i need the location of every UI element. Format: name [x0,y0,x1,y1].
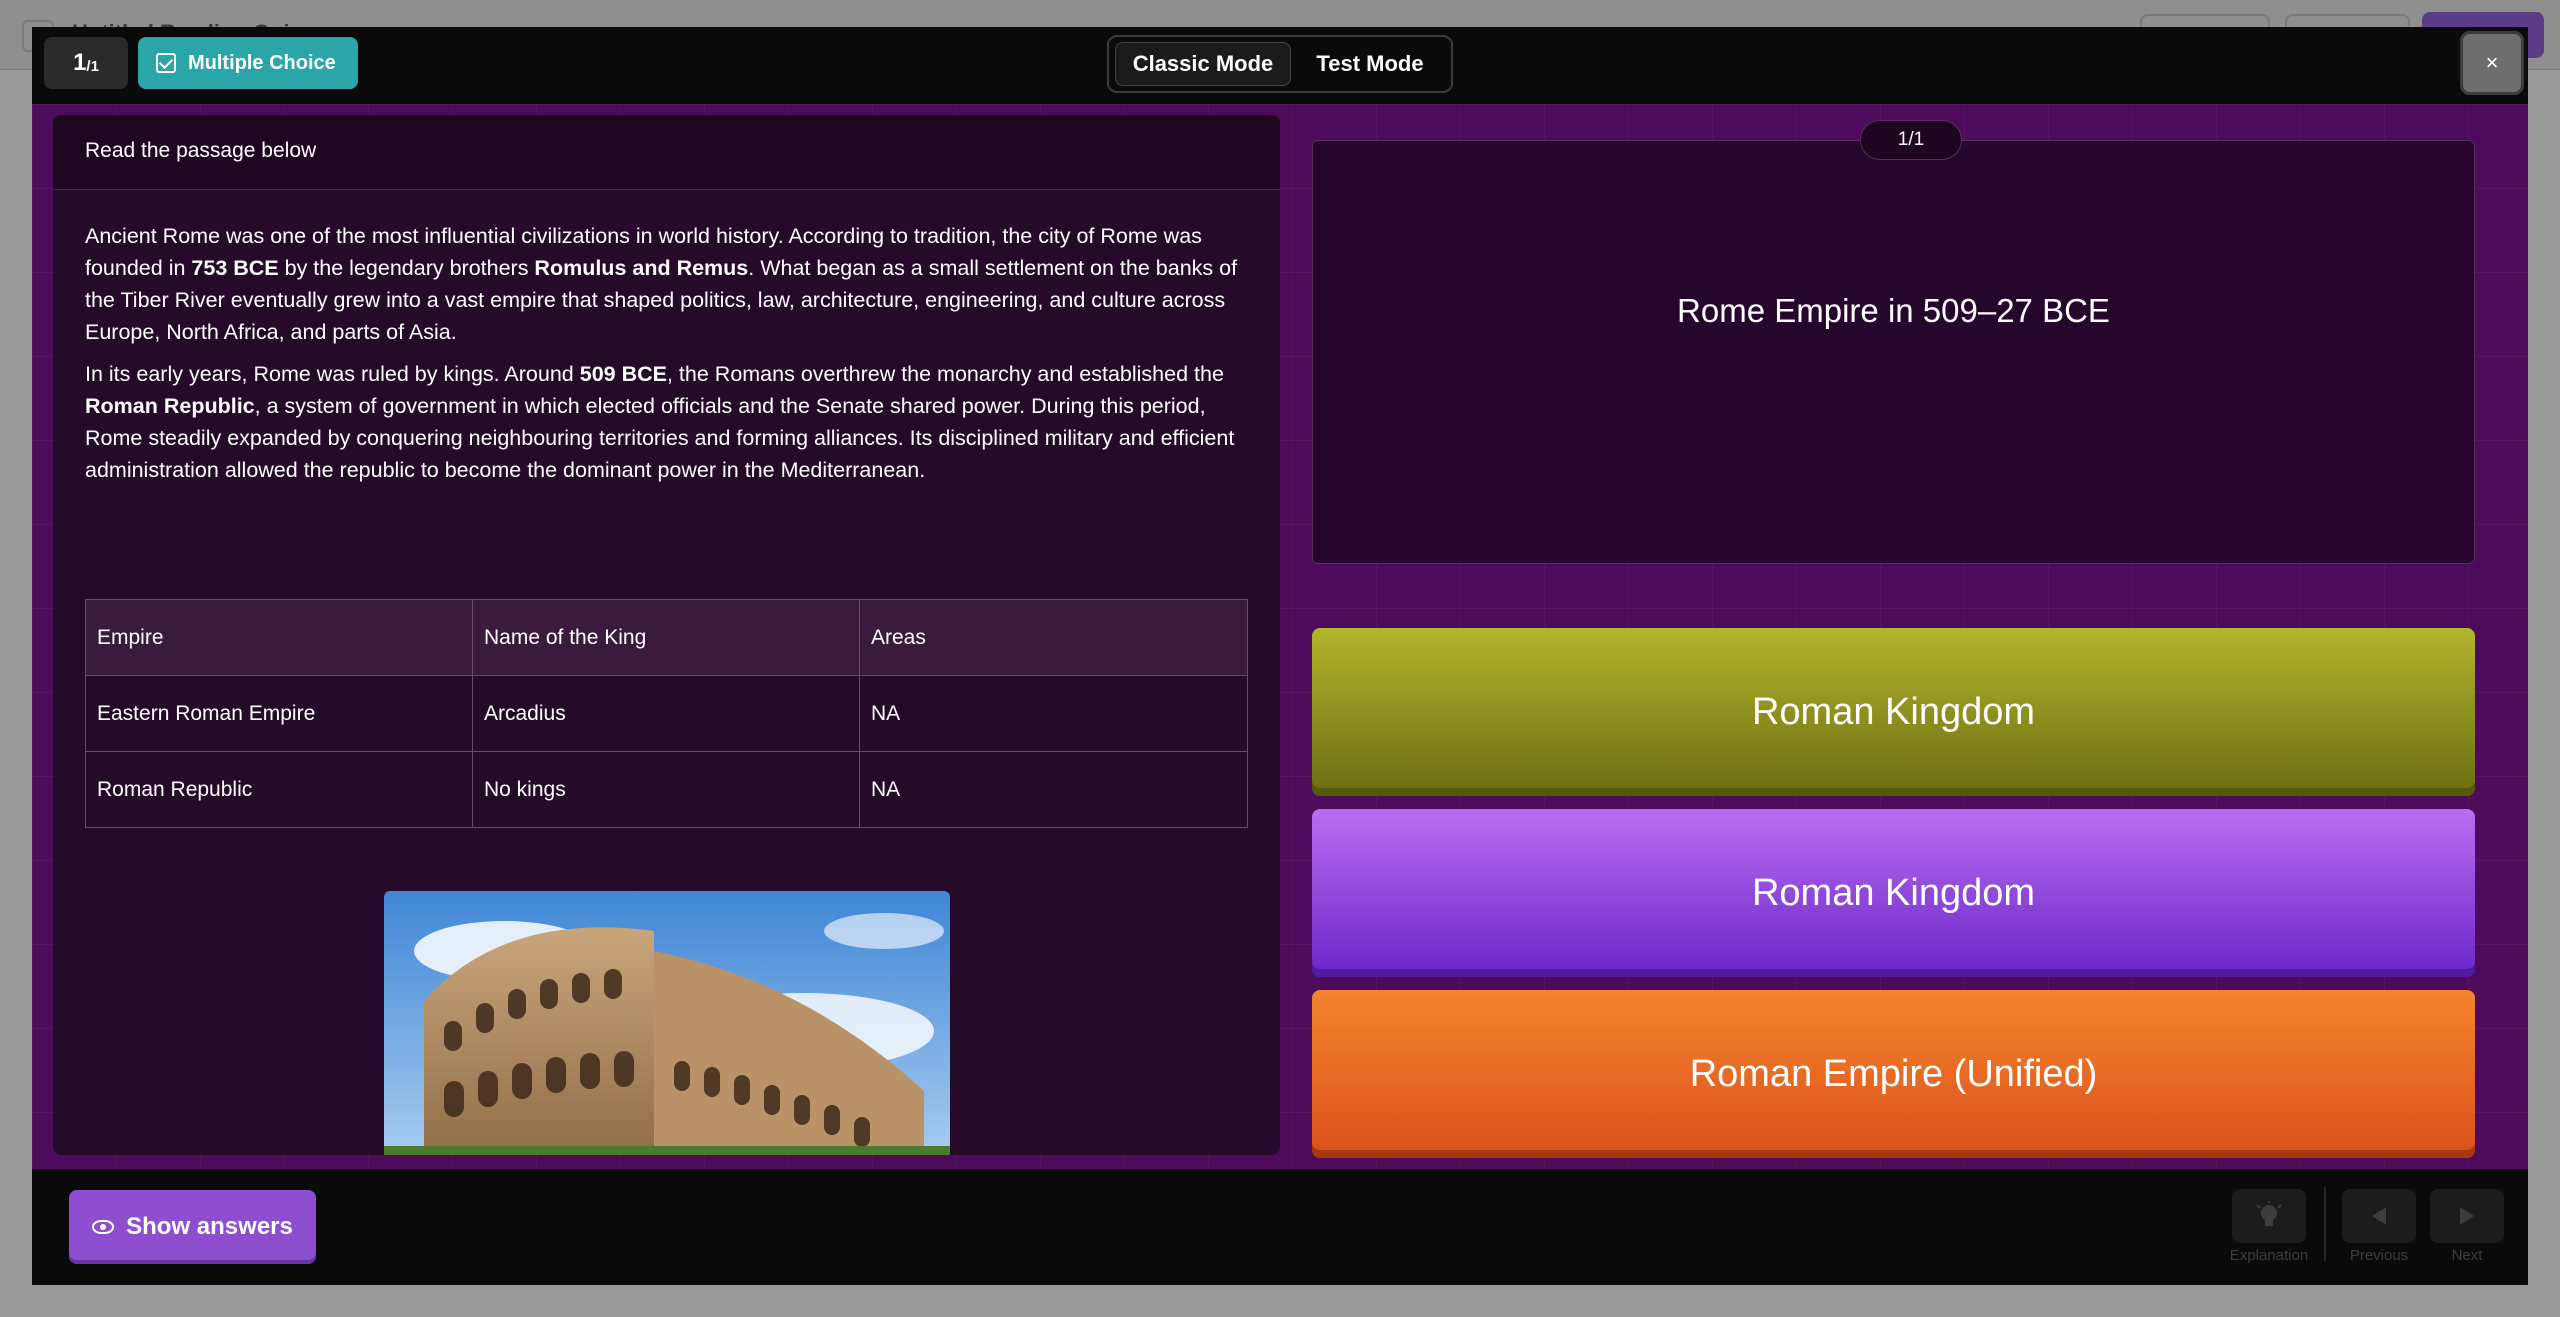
mode-toggle: Classic Mode Test Mode [1107,35,1453,93]
answer-option-2[interactable]: Roman Kingdom [1312,809,2475,977]
question-type-label: Multiple Choice [188,51,336,74]
question-card: Rome Empire in 509–27 BCE [1312,140,2475,564]
preview-modal: 1/1 Multiple Choice Classic Mode Test Mo… [32,27,2528,1285]
table-header-cell: Areas [859,599,1248,676]
previous-button[interactable] [2342,1189,2416,1243]
checkbox-icon [156,53,176,73]
next-label: Next [2451,1247,2483,1264]
show-answers-label: Show answers [126,1213,293,1240]
nav-divider [2324,1187,2326,1261]
table-cell: NA [859,675,1248,752]
table-header-row: Empire Name of the King Areas [85,599,1248,676]
question-count-chip: 1/1 [44,37,128,89]
passage-paragraph: Ancient Rome was one of the most influen… [85,224,1238,344]
explanation-label: Explanation [2229,1247,2309,1264]
passage-panel[interactable]: Read the passage below Ancient Rome was … [53,115,1280,1155]
passage-table: Empire Name of the King Areas Eastern Ro… [85,599,1248,828]
question-count: 1 [73,49,87,76]
answer-label: Roman Kingdom [1751,871,2036,914]
passage-paragraph: In its early years, Rome was ruled by ki… [85,362,1235,482]
answer-option-1[interactable]: Roman Kingdom [1312,628,2475,796]
previous-label: Previous [2349,1247,2409,1264]
modal-footer: Show answers Explanation Previous Next [32,1169,2528,1285]
eye-icon [92,1220,115,1234]
table-cell: NA [859,751,1248,828]
table-row: Roman Republic No kings NA [85,751,1248,828]
modal-header: 1/1 Multiple Choice Classic Mode Test Mo… [32,27,2528,104]
question-type-badge: Multiple Choice [138,37,358,89]
colosseum-image [384,891,950,1155]
answer-label: Roman Empire (Unified) [1689,1052,2098,1095]
passage-text: Ancient Rome was one of the most influen… [53,190,1280,486]
modal-body: Read the passage below Ancient Rome was … [32,104,2528,1169]
passage-heading: Read the passage below [53,115,1280,190]
close-icon: × [2485,50,2499,75]
question-text: Rome Empire in 509–27 BCE [1677,292,2110,329]
previous-arrow-icon [2372,1207,2386,1225]
test-mode-button[interactable]: Test Mode [1295,42,1445,86]
question-total: /1 [86,57,99,75]
answer-option-3[interactable]: Roman Empire (Unified) [1312,990,2475,1158]
table-cell: No kings [472,751,860,828]
table-header-cell: Name of the King [472,599,860,676]
table-header-cell: Empire [85,599,473,676]
explanation-button[interactable] [2232,1189,2306,1243]
table-cell: Roman Republic [85,751,473,828]
lightbulb-icon [2256,1201,2282,1226]
show-answers-button[interactable]: Show answers [69,1190,316,1264]
close-button[interactable]: × [2460,31,2524,95]
next-button[interactable] [2430,1189,2504,1243]
classic-mode-button[interactable]: Classic Mode [1115,42,1291,86]
table-cell: Eastern Roman Empire [85,675,473,752]
question-counter: 1/1 [1860,120,1962,160]
table-row: Eastern Roman Empire Arcadius NA [85,675,1248,752]
table-cell: Arcadius [472,675,860,752]
next-arrow-icon [2460,1207,2474,1225]
answer-label: Roman Kingdom [1751,690,2036,733]
